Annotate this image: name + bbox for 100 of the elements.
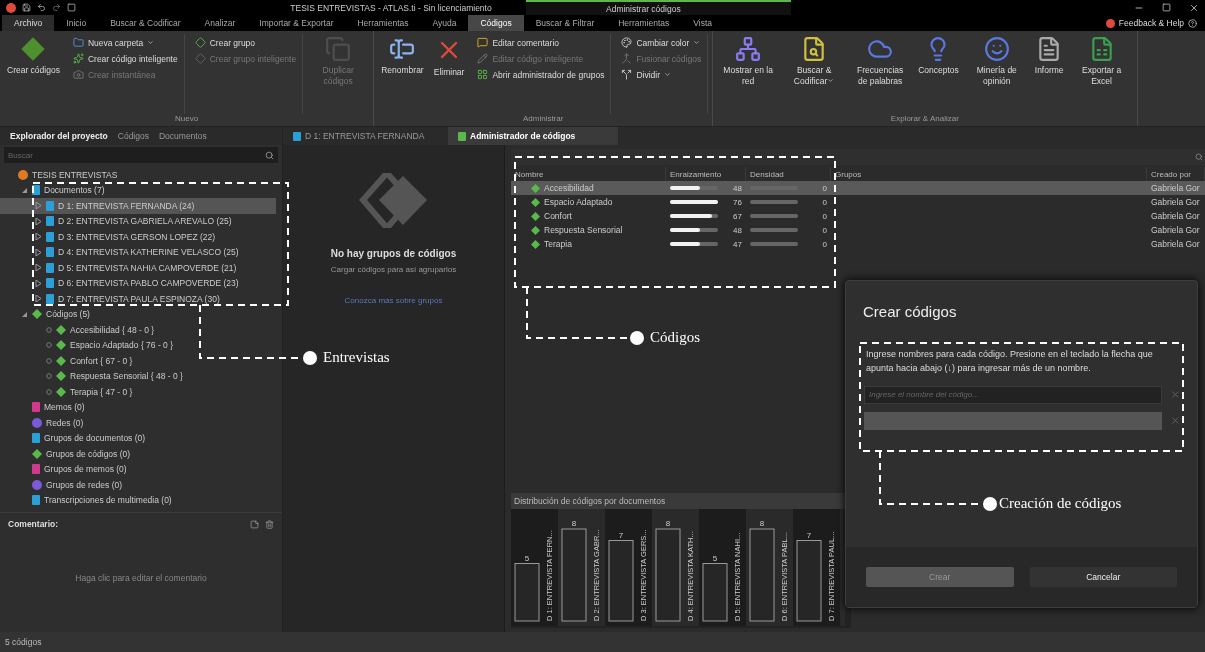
split-icon (621, 69, 633, 80)
undo-icon[interactable] (37, 3, 46, 12)
menu-tab[interactable]: Herramientas (606, 15, 682, 31)
collapsed-caret-icon[interactable] (34, 248, 42, 257)
menu-tab[interactable]: Ayuda (420, 15, 469, 31)
tree-item[interactable]: Memos (0) (0, 399, 276, 415)
close-icon[interactable] (1189, 2, 1199, 13)
ribbon-button[interactable]: Crear código inteligente (70, 52, 180, 65)
ribbon-button[interactable]: Abrir administrador de grupos (475, 68, 607, 81)
circle-icon (18, 169, 28, 180)
smiley-icon (983, 36, 1010, 62)
learn-more-link[interactable]: Conozca más sobre grupos (344, 296, 443, 305)
maximize-icon[interactable] (1162, 3, 1171, 12)
tree-item[interactable]: Confort { 67 - 0 } (0, 353, 276, 369)
tree-item[interactable]: D 5: ENTREVISTA NAHIA CAMPOVERDE (21) (0, 260, 276, 276)
ribbon-button[interactable]: Crear grupo (192, 36, 299, 49)
tree-item[interactable]: Códigos (5) (0, 306, 276, 322)
ribbon-button[interactable]: Minería de opinión (965, 34, 1028, 114)
menu-tab[interactable]: Inicio (54, 15, 99, 31)
diamond-icon (56, 340, 66, 351)
expanded-caret-icon[interactable] (20, 186, 28, 195)
ribbon-button[interactable]: Nueva carpeta (70, 36, 180, 49)
ribbon-button[interactable]: Renombrar (378, 34, 427, 114)
note-icon[interactable] (250, 519, 259, 529)
tree-item[interactable]: D 2: ENTREVISTA GABRIELA AREVALO (25) (0, 213, 276, 229)
tree-item[interactable]: Respuesta Sensorial { 48 - 0 } (0, 368, 276, 384)
collapsed-caret-icon[interactable] (34, 279, 42, 288)
tree-item[interactable]: D 4: ENTREVISTA KATHERINE VELASCO (25) (0, 244, 276, 260)
collapsed-caret-icon[interactable] (34, 201, 42, 210)
save-icon[interactable] (22, 3, 31, 12)
search-field[interactable] (511, 149, 1205, 165)
tree-item[interactable]: Grupos de redes (0) (0, 477, 276, 493)
menu-tab[interactable]: Buscar & Filtrar (523, 15, 607, 31)
ribbon-button[interactable]: Frecuencias de palabras (849, 34, 912, 114)
redo-icon[interactable] (52, 3, 61, 12)
tree-item[interactable]: Grupos de memos (0) (0, 461, 276, 477)
diamond-icon (32, 448, 42, 459)
code-name-cell[interactable]: Terapia (511, 237, 666, 251)
tree-item[interactable]: Terapia { 47 - 0 } (0, 384, 276, 400)
menu-tab[interactable]: Vista (681, 15, 724, 31)
code-name-cell[interactable]: Accesibilidad (511, 181, 666, 195)
panel-tab[interactable]: Explorador del proyecto (6, 131, 112, 141)
tree-item[interactable]: Transcripciones de multimedia (0) (0, 492, 276, 508)
document-tab[interactable]: D 1: ENTREVISTA FERNANDA (283, 127, 448, 145)
ribbon-button[interactable]: Conceptos (915, 34, 962, 114)
caret-icon (664, 71, 672, 78)
menu-tab[interactable]: Importar & Exportar (247, 15, 346, 31)
ribbon-button[interactable]: Crear códigos (4, 34, 63, 114)
tree-item[interactable]: D 1: ENTREVISTA FERNANDA (24) (0, 198, 276, 214)
menu-tab[interactable]: Archivo (2, 15, 55, 31)
code-name-cell[interactable]: Confort (511, 209, 666, 223)
diamond-icon (194, 53, 206, 64)
diamond-icon (56, 371, 66, 382)
app-logo-icon (6, 2, 16, 13)
search-field[interactable]: Buscar (4, 147, 278, 163)
collapsed-caret-icon[interactable] (34, 217, 42, 226)
document-tab[interactable]: Administrador de códigos (448, 127, 618, 145)
tree-item[interactable]: Redes (0) (0, 415, 276, 431)
ribbon-button[interactable]: Dividir (619, 68, 704, 81)
tree-item[interactable]: D 7: ENTREVISTA PAULA ESPINOZA (30) (0, 291, 276, 307)
ribbon-button[interactable]: Eliminar (430, 34, 468, 114)
tree-item[interactable]: Grupos de códigos (0) (0, 446, 276, 462)
panel-tab[interactable]: Códigos (113, 131, 153, 141)
tree-item[interactable]: Espacio Adaptado { 76 - 0 } (0, 337, 276, 353)
tree-item[interactable]: Accesibilidad { 48 - 0 } (0, 322, 276, 338)
collapsed-caret-icon[interactable] (34, 263, 42, 272)
code-name-cell[interactable]: Respuesta Sensorial (511, 223, 666, 237)
ribbon-button[interactable]: Informe (1031, 34, 1067, 114)
menu-tab[interactable]: Analizar (192, 15, 248, 31)
dialog-button[interactable]: Cancelar (1029, 567, 1177, 587)
empty-subtitle: Cargar códigos para así agruparlos (330, 265, 457, 274)
comment-field[interactable]: Haga clic para editar el comentario (8, 529, 274, 626)
collapsed-caret-icon[interactable] (34, 294, 42, 303)
menu-tab[interactable]: Buscar & Codificar (98, 15, 193, 31)
help-icon (1188, 18, 1197, 28)
input-field[interactable] (864, 411, 1163, 430)
tree-item[interactable]: TESIS ENTREVISTAS (0, 167, 276, 183)
density-cell: 0 (746, 237, 831, 251)
ribbon-button[interactable]: Exportar a Excel (1070, 34, 1133, 114)
ribbon-button[interactable]: Mostrar en la red (717, 34, 780, 114)
annotation-label: Códigos (650, 329, 700, 346)
tree-item[interactable]: D 3: ENTREVISTA GERSON LOPEZ (22) (0, 229, 276, 245)
window-icon[interactable] (67, 3, 76, 12)
bar-value: 5 (524, 553, 530, 563)
tree-item[interactable]: Grupos de documentos (0) (0, 430, 276, 446)
expanded-caret-icon[interactable] (20, 310, 28, 319)
menu-tab[interactable]: Herramientas (345, 15, 421, 31)
collapsed-caret-icon[interactable] (34, 232, 42, 241)
feedback-help-button[interactable]: Feedback & Help (1097, 15, 1205, 31)
density-cell: 0 (746, 195, 831, 209)
tree-item[interactable]: Documentos (7) (0, 182, 276, 198)
menu-tab[interactable]: Códigos (468, 15, 524, 31)
tree-item[interactable]: D 6: ENTREVISTA PABLO CAMPOVERDE (23) (0, 275, 276, 291)
trash-icon[interactable] (265, 519, 274, 529)
code-name-cell[interactable]: Espacio Adaptado (511, 195, 666, 209)
ribbon-button[interactable]: Cambiar color (619, 36, 704, 49)
ribbon-button[interactable]: Editar comentario (475, 36, 607, 49)
panel-tab[interactable]: Documentos (154, 131, 211, 141)
diamond-icon (194, 37, 206, 48)
ribbon-button[interactable]: Buscar & Codificar (783, 34, 846, 114)
